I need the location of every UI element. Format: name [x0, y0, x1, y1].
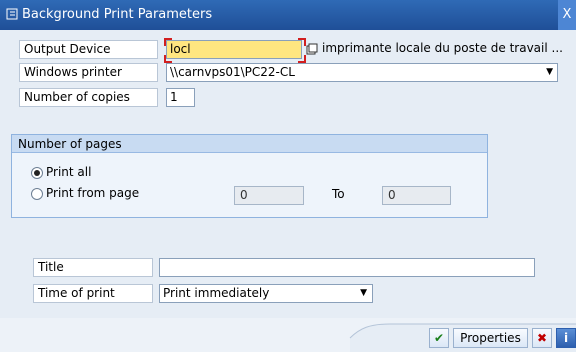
selection-corner: [164, 38, 172, 46]
copies-field[interactable]: 1: [166, 88, 195, 107]
output-device-field[interactable]: locl: [166, 40, 302, 59]
cancel-button[interactable]: ✖: [532, 328, 552, 348]
windows-printer-label: Windows printer: [19, 63, 158, 82]
time-of-print-value: Print immediately: [163, 286, 270, 300]
to-label: To: [332, 187, 345, 201]
window-icon: [6, 8, 18, 20]
from-page-field[interactable]: 0: [234, 186, 304, 205]
copies-label: Number of copies: [19, 88, 158, 107]
windows-printer-select[interactable]: \\carnvps01\PC22-CL ▼: [166, 63, 558, 82]
time-of-print-select[interactable]: Print immediately ▼: [159, 284, 373, 303]
dropdown-arrow-icon[interactable]: ▼: [546, 64, 553, 81]
selection-corner: [164, 55, 172, 63]
close-button[interactable]: X: [558, 0, 576, 30]
windows-printer-value: \\carnvps01\PC22-CL: [170, 65, 295, 79]
title-field[interactable]: [159, 258, 535, 277]
continue-button[interactable]: ✔: [429, 328, 449, 348]
print-all-label: Print all: [46, 165, 92, 179]
output-device-label: Output Device: [19, 40, 158, 59]
time-of-print-label: Time of print: [33, 284, 153, 303]
print-from-page-label: Print from page: [46, 186, 140, 200]
print-dialog: Background Print Parameters X Output Dev…: [0, 0, 576, 352]
title-bar: Background Print Parameters X: [0, 0, 576, 30]
dropdown-arrow-icon[interactable]: ▼: [360, 285, 367, 302]
print-from-page-radio[interactable]: [31, 188, 43, 200]
value-help-icon[interactable]: [306, 43, 318, 55]
dialog-title: Background Print Parameters: [22, 7, 213, 22]
close-icon: ✖: [536, 331, 548, 345]
checkmark-icon: ✔: [433, 331, 445, 345]
properties-button[interactable]: Properties: [453, 328, 528, 348]
selection-corner: [298, 55, 306, 63]
info-icon: i: [563, 331, 569, 345]
pages-group-header: Number of pages: [12, 135, 487, 153]
title-label: Title: [33, 258, 153, 277]
selection-corner: [298, 38, 306, 46]
dialog-footer: ✔ Properties ✖ i: [0, 318, 576, 352]
output-device-description: imprimante locale du poste de travail ..…: [322, 41, 563, 55]
info-button[interactable]: i: [556, 328, 576, 348]
to-page-field[interactable]: 0: [382, 186, 451, 205]
print-all-radio[interactable]: [31, 167, 43, 179]
pages-group: Number of pages Print all Print from pag…: [11, 134, 488, 218]
